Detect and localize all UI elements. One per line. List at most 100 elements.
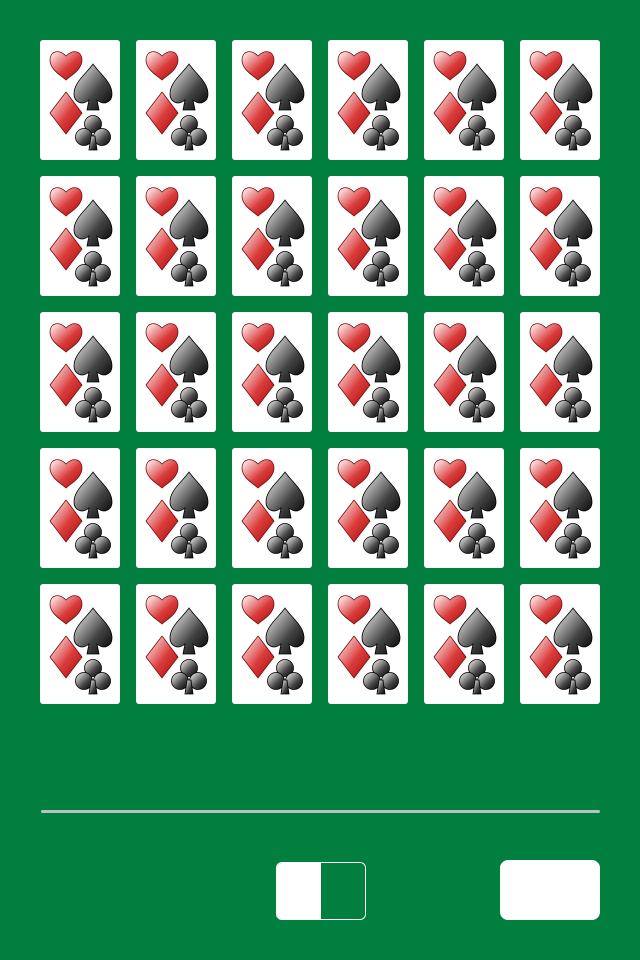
heart-icon bbox=[145, 323, 179, 353]
heart-icon bbox=[241, 323, 275, 353]
card[interactable] bbox=[328, 312, 408, 432]
card[interactable] bbox=[232, 40, 312, 160]
spade-icon bbox=[361, 335, 401, 383]
heart-icon bbox=[529, 323, 563, 353]
card[interactable] bbox=[136, 176, 216, 296]
club-icon bbox=[459, 387, 495, 423]
club-icon bbox=[171, 251, 207, 287]
card[interactable] bbox=[424, 448, 504, 568]
spade-icon bbox=[457, 607, 497, 655]
heart-icon bbox=[529, 459, 563, 489]
club-icon bbox=[267, 523, 303, 559]
club-icon bbox=[75, 659, 111, 695]
card[interactable] bbox=[520, 312, 600, 432]
card[interactable] bbox=[40, 448, 120, 568]
card[interactable] bbox=[40, 176, 120, 296]
club-icon bbox=[555, 115, 591, 151]
spade-icon bbox=[457, 63, 497, 111]
heart-icon bbox=[145, 595, 179, 625]
spade-icon bbox=[169, 335, 209, 383]
spade-icon bbox=[265, 63, 305, 111]
divider bbox=[41, 810, 600, 813]
card[interactable] bbox=[520, 176, 600, 296]
card[interactable] bbox=[232, 584, 312, 704]
card-grid bbox=[40, 40, 600, 704]
club-icon bbox=[363, 251, 399, 287]
card[interactable] bbox=[328, 448, 408, 568]
heart-icon bbox=[145, 187, 179, 217]
club-icon bbox=[363, 115, 399, 151]
heart-icon bbox=[241, 595, 275, 625]
spade-icon bbox=[73, 607, 113, 655]
spade-icon bbox=[553, 471, 593, 519]
spade-icon bbox=[553, 199, 593, 247]
spade-icon bbox=[73, 199, 113, 247]
heart-icon bbox=[529, 187, 563, 217]
heart-icon bbox=[241, 51, 275, 81]
heart-icon bbox=[337, 323, 371, 353]
spade-icon bbox=[265, 607, 305, 655]
toggle-right-segment[interactable] bbox=[321, 863, 365, 919]
club-icon bbox=[363, 523, 399, 559]
spade-icon bbox=[73, 471, 113, 519]
club-icon bbox=[363, 387, 399, 423]
heart-icon bbox=[241, 459, 275, 489]
card[interactable] bbox=[40, 584, 120, 704]
card[interactable] bbox=[232, 176, 312, 296]
club-icon bbox=[171, 659, 207, 695]
spade-icon bbox=[361, 607, 401, 655]
heart-icon bbox=[529, 595, 563, 625]
spade-icon bbox=[457, 471, 497, 519]
card[interactable] bbox=[328, 584, 408, 704]
spade-icon bbox=[169, 199, 209, 247]
club-icon bbox=[75, 251, 111, 287]
card[interactable] bbox=[40, 312, 120, 432]
card[interactable] bbox=[520, 40, 600, 160]
card[interactable] bbox=[424, 40, 504, 160]
spade-icon bbox=[361, 199, 401, 247]
club-icon bbox=[171, 387, 207, 423]
heart-icon bbox=[433, 51, 467, 81]
heart-icon bbox=[337, 51, 371, 81]
card[interactable] bbox=[520, 448, 600, 568]
card[interactable] bbox=[424, 312, 504, 432]
card[interactable] bbox=[232, 312, 312, 432]
heart-icon bbox=[49, 459, 83, 489]
club-icon bbox=[459, 115, 495, 151]
heart-icon bbox=[337, 459, 371, 489]
heart-icon bbox=[49, 187, 83, 217]
spade-icon bbox=[169, 63, 209, 111]
club-icon bbox=[267, 659, 303, 695]
card[interactable] bbox=[40, 40, 120, 160]
heart-icon bbox=[241, 187, 275, 217]
view-toggle[interactable] bbox=[276, 862, 366, 920]
card[interactable] bbox=[136, 448, 216, 568]
spade-icon bbox=[553, 607, 593, 655]
heart-icon bbox=[433, 595, 467, 625]
heart-icon bbox=[145, 459, 179, 489]
card[interactable] bbox=[424, 584, 504, 704]
spade-icon bbox=[361, 63, 401, 111]
card[interactable] bbox=[520, 584, 600, 704]
spade-icon bbox=[457, 199, 497, 247]
card[interactable] bbox=[136, 40, 216, 160]
card[interactable] bbox=[424, 176, 504, 296]
club-icon bbox=[75, 387, 111, 423]
spade-icon bbox=[169, 607, 209, 655]
club-icon bbox=[555, 523, 591, 559]
spade-icon bbox=[265, 335, 305, 383]
action-button[interactable] bbox=[500, 860, 600, 920]
club-icon bbox=[267, 115, 303, 151]
heart-icon bbox=[529, 51, 563, 81]
card[interactable] bbox=[136, 312, 216, 432]
heart-icon bbox=[145, 51, 179, 81]
spade-icon bbox=[73, 63, 113, 111]
card[interactable] bbox=[232, 448, 312, 568]
card[interactable] bbox=[328, 176, 408, 296]
card[interactable] bbox=[328, 40, 408, 160]
toggle-left-segment[interactable] bbox=[277, 863, 321, 919]
card[interactable] bbox=[136, 584, 216, 704]
spade-icon bbox=[73, 335, 113, 383]
club-icon bbox=[555, 659, 591, 695]
heart-icon bbox=[337, 595, 371, 625]
